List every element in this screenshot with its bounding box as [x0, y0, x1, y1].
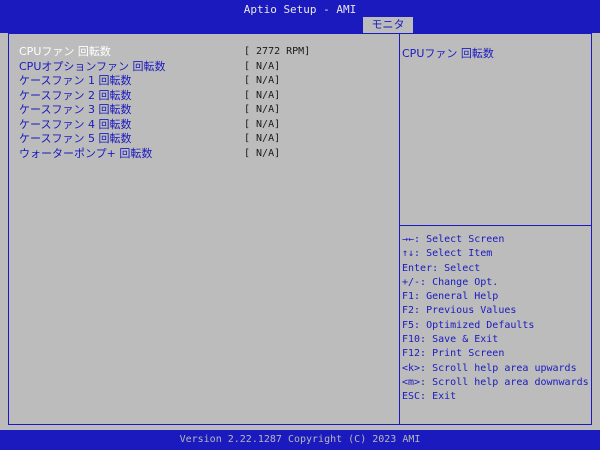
setting-water-pump-speed[interactable]: ウォーターポンプ+ 回転数 [ N/A] — [19, 147, 319, 161]
setting-label: CPUファン 回転数 — [19, 45, 111, 58]
setting-cpu-fan-speed[interactable]: CPUファン 回転数 [ 2772 RPM] — [19, 45, 319, 59]
main-panel: CPUファン 回転数 [ 2772 RPM] CPUオプションファン 回転数 [… — [8, 33, 592, 425]
key-help-item: ESC: Exit — [402, 391, 457, 403]
panel-divider — [399, 34, 400, 424]
setting-value: [ N/A] — [244, 147, 281, 159]
setting-label: ケースファン 2 回転数 — [19, 88, 132, 102]
setting-label: ウォーターポンプ+ 回転数 — [19, 146, 153, 160]
setting-label: ケースファン 1 回転数 — [19, 74, 132, 87]
setting-cpu-opt-fan-speed[interactable]: CPUオプションファン 回転数 [ N/A] — [19, 60, 319, 74]
tab-monitor[interactable]: モニタ — [363, 17, 413, 33]
key-help-item: F5: Optimized Defaults — [402, 319, 535, 331]
setting-case-fan-4-speed[interactable]: ケースファン 4 回転数 [ N/A] — [19, 118, 319, 132]
app-title: Aptio Setup - AMI — [243, 3, 357, 16]
key-help-item: Enter: Select — [402, 262, 481, 274]
key-help-item: ↑↓: Select Item — [402, 248, 493, 260]
setting-label: ケースファン 4 回転数 — [19, 117, 132, 131]
setting-label: ケースファン 3 回転数 — [19, 103, 132, 116]
setting-label: CPUオプションファン 回転数 — [19, 59, 166, 73]
setting-case-fan-5-speed[interactable]: ケースファン 5 回転数 [ N/A] — [19, 132, 319, 146]
key-help-list: →←: Select Screen ↑↓: Select Item Enter:… — [402, 233, 589, 405]
key-help-item: F2: Previous Values — [402, 305, 517, 317]
setting-case-fan-1-speed[interactable]: ケースファン 1 回転数 [ N/A] — [19, 74, 319, 88]
setting-label: ケースファン 5 回転数 — [19, 132, 132, 145]
title-bar: Aptio Setup - AMI モニタ — [0, 0, 600, 33]
setting-value: [ N/A] — [244, 133, 281, 144]
key-help-item: F12: Print Screen — [402, 348, 505, 360]
key-help-item: +/-: Change Opt. — [402, 276, 499, 288]
key-help-item: →←: Select Screen — [402, 234, 505, 245]
key-help-item: F1: General Help — [402, 291, 499, 303]
key-help-item: F10: Save & Exit — [402, 334, 499, 346]
help-divider — [400, 225, 591, 226]
footer-version: Version 2.22.1287 Copyright (C) 2023 AMI — [0, 430, 600, 450]
key-help-item: <k>: Scroll help area upwards — [402, 362, 577, 374]
key-help-item: <m>: Scroll help area downwards — [402, 376, 589, 388]
help-description: CPUファン 回転数 — [402, 47, 494, 60]
setting-value: [ N/A] — [244, 104, 281, 115]
setting-value: [ N/A] — [244, 75, 281, 86]
setting-value: [ N/A] — [244, 118, 281, 130]
setting-value: [ N/A] — [244, 60, 281, 72]
setting-value: [ 2772 RPM] — [244, 46, 311, 57]
setting-case-fan-2-speed[interactable]: ケースファン 2 回転数 [ N/A] — [19, 89, 319, 103]
setting-case-fan-3-speed[interactable]: ケースファン 3 回転数 [ N/A] — [19, 103, 319, 117]
setting-value: [ N/A] — [244, 89, 281, 101]
